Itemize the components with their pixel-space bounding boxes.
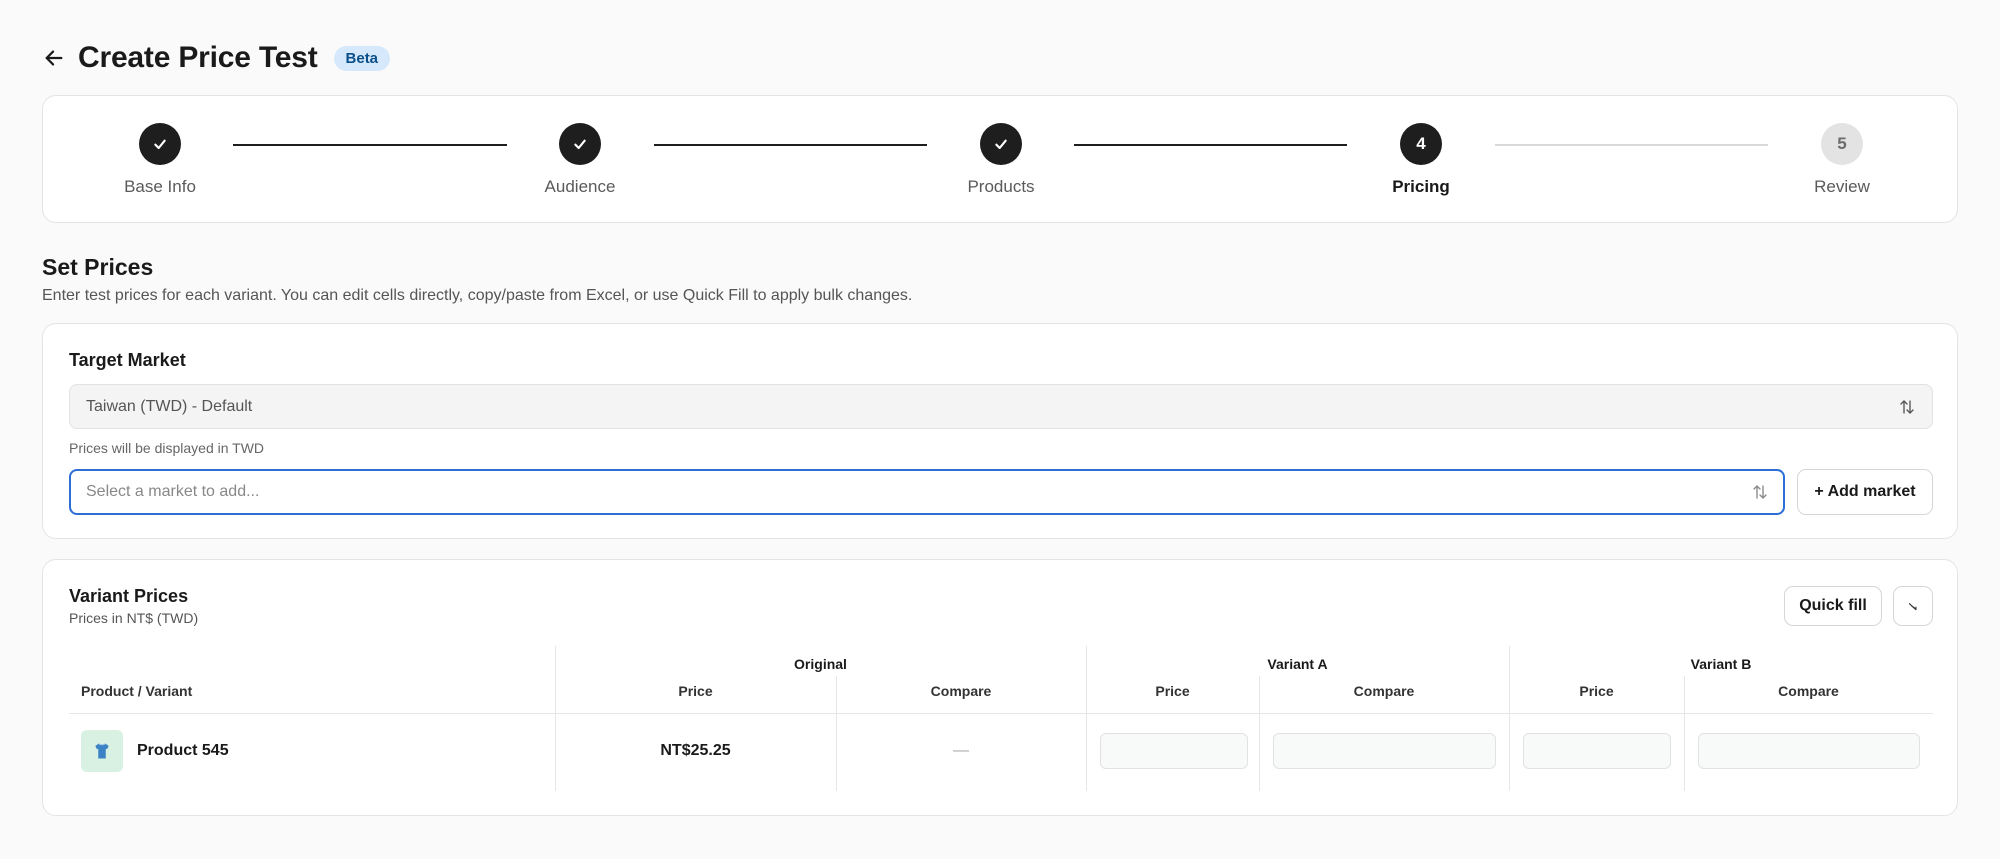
variant-a-compare-input[interactable]: [1273, 733, 1496, 769]
column-header-price: Price: [1579, 683, 1614, 699]
column-group-variant-a: Variant A: [1267, 656, 1328, 672]
add-market-placeholder: Select a market to add...: [86, 483, 260, 500]
page-title: Create Price Test: [78, 41, 318, 74]
quick-fill-button[interactable]: Quick fill: [1784, 586, 1882, 626]
step-number: 5: [1821, 123, 1863, 165]
step-connector: [1074, 144, 1347, 146]
step-label: Pricing: [1392, 177, 1450, 196]
step-audience[interactable]: Audience: [500, 123, 660, 197]
shirt-icon: [95, 743, 109, 759]
column-header-price: Price: [1155, 683, 1190, 699]
step-label: Review: [1814, 177, 1870, 196]
step-label: Products: [967, 177, 1035, 196]
target-market-card: Target Market Taiwan (TWD) - Default Pri…: [42, 323, 1958, 539]
back-button[interactable]: [42, 46, 66, 70]
default-market-value: Taiwan (TWD) - Default: [86, 397, 253, 415]
currency-hint: Prices will be displayed in TWD: [69, 440, 265, 456]
sort-arrows-icon: [1753, 485, 1767, 499]
step-connector: [233, 144, 507, 146]
add-market-button[interactable]: + Add market: [1797, 469, 1933, 515]
variant-prices-table: Original Variant A Variant B Product / V…: [69, 646, 1933, 791]
column-group-variant-b: Variant B: [1690, 656, 1752, 672]
check-icon: [995, 139, 1007, 150]
column-header-product: Product / Variant: [81, 683, 193, 699]
product-name: Product 545: [137, 742, 229, 759]
step-circle: [559, 123, 601, 165]
column-header-price: Price: [678, 683, 713, 699]
variant-b-compare-input[interactable]: [1698, 733, 1920, 769]
variant-prices-card: Variant Prices Prices in NT$ (TWD) Quick…: [42, 559, 1958, 816]
column-header-compare: Compare: [1778, 683, 1839, 699]
default-market-select[interactable]: Taiwan (TWD) - Default: [69, 384, 1933, 429]
section-description: Enter test prices for each variant. You …: [42, 287, 913, 304]
step-label: Base Info: [124, 177, 196, 196]
stepper: Base Info Audience Products 4 Pricing 5 …: [42, 95, 1958, 223]
step-pricing[interactable]: 4 Pricing: [1341, 123, 1501, 197]
step-base-info[interactable]: Base Info: [80, 123, 240, 197]
product-thumbnail: [81, 730, 123, 772]
step-products[interactable]: Products: [921, 123, 1081, 197]
check-icon: [574, 139, 586, 150]
step-review[interactable]: 5 Review: [1762, 123, 1922, 197]
variant-prices-title: Variant Prices: [69, 586, 189, 606]
check-icon: [154, 139, 166, 150]
step-label: Audience: [544, 177, 616, 196]
original-price-value: NT$25.25: [660, 742, 731, 759]
expand-button[interactable]: [1893, 586, 1933, 626]
target-market-title: Target Market: [69, 350, 186, 370]
column-header-compare: Compare: [1353, 683, 1415, 699]
expand-icon: [1908, 603, 1917, 611]
step-circle: [139, 123, 181, 165]
variant-prices-subtitle: Prices in NT$ (TWD): [69, 610, 199, 626]
arrow-left-icon: [45, 50, 63, 66]
beta-badge: Beta: [333, 45, 391, 71]
original-compare-value: —: [953, 742, 969, 759]
column-group-original: Original: [794, 656, 847, 672]
variant-a-price-input[interactable]: [1100, 733, 1248, 769]
step-number: 4: [1400, 123, 1442, 165]
add-market-select[interactable]: Select a market to add...: [69, 469, 1785, 515]
step-connector: [1495, 144, 1768, 146]
step-connector: [654, 144, 927, 146]
variant-b-price-input[interactable]: [1523, 733, 1671, 769]
step-circle: [980, 123, 1022, 165]
sort-arrows-icon: [1900, 399, 1914, 414]
page-header: Create Price Test Beta: [42, 36, 391, 80]
column-header-compare: Compare: [930, 683, 992, 699]
section-title: Set Prices: [42, 254, 154, 280]
